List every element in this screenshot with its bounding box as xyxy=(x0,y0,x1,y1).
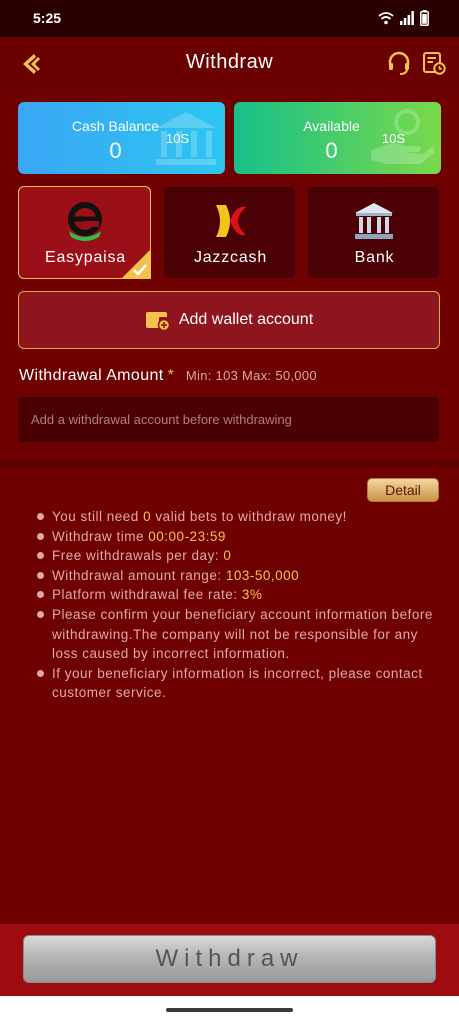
wallet-add-icon xyxy=(145,312,171,331)
bottom-action-bar: Withdraw xyxy=(0,924,459,996)
method-bank[interactable]: Bank xyxy=(307,186,440,279)
battery-icon xyxy=(420,10,429,26)
required-mark: * xyxy=(167,367,174,384)
rule-item: Please confirm your beneficiary account … xyxy=(36,605,436,664)
method-label: Jazzcash xyxy=(193,249,268,266)
withdrawal-amount-input[interactable] xyxy=(18,396,440,443)
rule-item: Withdrawal amount range: 103-50,000 xyxy=(36,566,436,586)
withdraw-record-icon xyxy=(423,52,446,75)
add-wallet-label: Add wallet account xyxy=(178,311,314,328)
status-time: 5:25 xyxy=(33,10,62,26)
rule-item: Platform withdrawal fee rate: 3% xyxy=(36,585,436,605)
status-icons xyxy=(378,10,429,26)
method-label: Bank xyxy=(354,249,395,266)
selected-check-icon xyxy=(121,249,151,279)
home-gesture-pill[interactable] xyxy=(166,1008,293,1012)
amount-row: Withdrawal Amount * Min: 103 Max: 50,000 xyxy=(19,367,439,387)
amount-range: Min: 103 Max: 50,000 xyxy=(185,368,317,383)
rule-item: If your beneficiary information is incor… xyxy=(36,664,436,703)
headset-icon xyxy=(388,51,410,75)
rules-list: You still need 0 valid bets to withdraw … xyxy=(36,507,436,703)
amount-label: Withdrawal Amount xyxy=(19,367,164,384)
signal-icon xyxy=(400,11,414,25)
bank-building-icon xyxy=(355,203,393,239)
add-wallet-button[interactable]: Add wallet account xyxy=(18,291,440,349)
withdraw-record-button[interactable] xyxy=(421,50,447,76)
rule-item: You still need 0 valid bets to withdraw … xyxy=(36,507,436,527)
rule-item: Withdraw time 00:00-23:59 xyxy=(36,527,436,547)
rule-item: Free withdrawals per day: 0 xyxy=(36,546,436,566)
detail-button[interactable]: Detail xyxy=(367,478,439,502)
wifi-icon xyxy=(378,12,394,25)
withdraw-button[interactable]: Withdraw xyxy=(23,935,436,983)
status-bar: 5:25 xyxy=(0,0,459,37)
withdraw-form: Cash Balance 0 10S Available 0 10S Easyp… xyxy=(0,91,459,461)
withdraw-rules: Detail You still need 0 valid bets to wi… xyxy=(0,467,459,924)
customer-service-button[interactable] xyxy=(386,50,412,76)
available-balance-badge: 10S xyxy=(382,131,406,146)
cash-balance-card: Cash Balance 0 10S xyxy=(18,102,225,174)
system-nav-bar xyxy=(0,996,459,1024)
cash-balance-badge: 10S xyxy=(166,131,190,146)
jazzcash-logo xyxy=(216,205,246,237)
method-jazzcash[interactable]: Jazzcash xyxy=(163,186,296,279)
easypaisa-logo xyxy=(68,202,102,241)
method-easypaisa[interactable]: Easypaisa xyxy=(18,186,151,279)
available-balance-card: Available 0 10S xyxy=(234,102,441,174)
app-header: Withdraw xyxy=(0,37,459,91)
